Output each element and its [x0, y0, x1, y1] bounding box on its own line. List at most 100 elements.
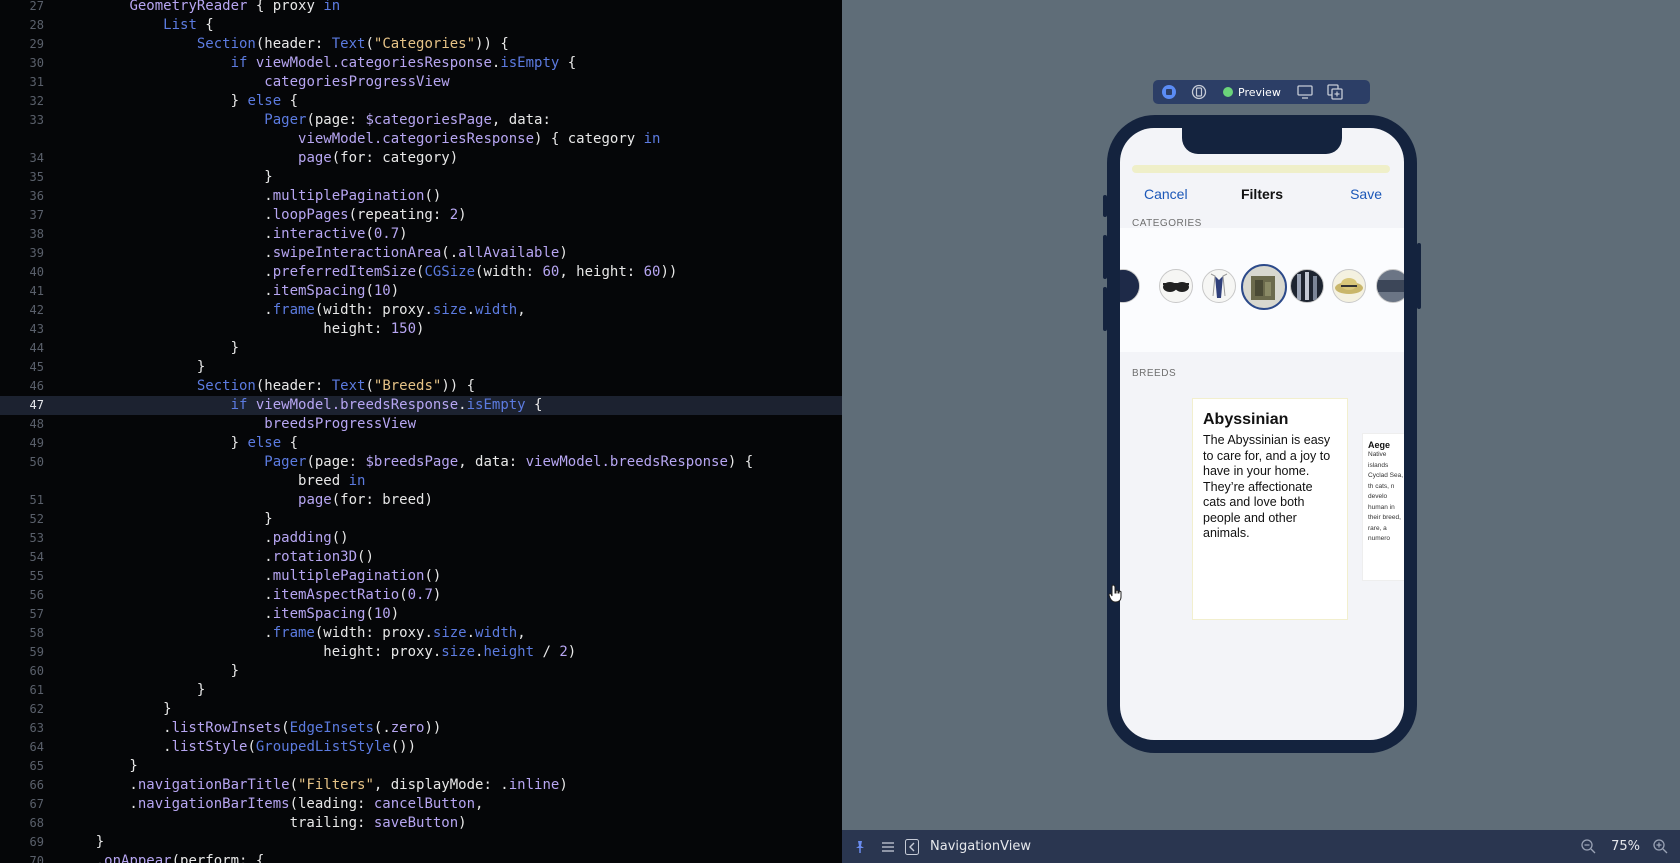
line-number[interactable]: 49	[0, 434, 44, 453]
category-item[interactable]	[1120, 269, 1140, 303]
code-line[interactable]: 49 } else {	[0, 434, 842, 453]
code-line[interactable]: 55 .multiplePagination()	[0, 567, 842, 586]
code-line[interactable]: 67 .navigationBarItems(leading: cancelBu…	[0, 795, 842, 814]
line-number[interactable]: 51	[0, 491, 44, 510]
code-line[interactable]: 35 }	[0, 168, 842, 187]
code-line[interactable]: 64 .listStyle(GroupedListStyle())	[0, 738, 842, 757]
code-line[interactable]: 59 height: proxy.size.height / 2)	[0, 643, 842, 662]
line-number[interactable]: 36	[0, 187, 44, 206]
category-item-selected[interactable]	[1241, 264, 1287, 310]
device-settings-icon[interactable]	[1295, 83, 1315, 101]
line-number[interactable]: 64	[0, 738, 44, 757]
line-number[interactable]: 34	[0, 149, 44, 168]
code-line[interactable]: 54 .rotation3D()	[0, 548, 842, 567]
line-number[interactable]: 61	[0, 681, 44, 700]
code-line[interactable]: 56 .itemAspectRatio(0.7)	[0, 586, 842, 605]
line-number[interactable]: 58	[0, 624, 44, 643]
line-number[interactable]: 32	[0, 92, 44, 111]
line-number[interactable]: 37	[0, 206, 44, 225]
code-line[interactable]: 48 breedsProgressView	[0, 415, 842, 434]
line-number[interactable]: 45	[0, 358, 44, 377]
code-line[interactable]: 65 }	[0, 757, 842, 776]
code-line[interactable]: 69 }	[0, 833, 842, 852]
breed-card[interactable]: Abyssinian The Abyssinian is easy to car…	[1192, 398, 1348, 620]
line-number[interactable]: 33	[0, 111, 44, 130]
line-number[interactable]: 47	[0, 396, 44, 415]
line-number[interactable]: 48	[0, 415, 44, 434]
line-number[interactable]: 52	[0, 510, 44, 529]
line-number[interactable]: 29	[0, 35, 44, 54]
line-number[interactable]: 55	[0, 567, 44, 586]
code-editor[interactable]: 27 GeometryReader { proxy in 28 List {29 …	[0, 0, 842, 863]
save-button[interactable]: Save	[1350, 186, 1382, 202]
live-preview-icon[interactable]	[1159, 83, 1179, 101]
line-number[interactable]: 69	[0, 833, 44, 852]
code-line[interactable]: 30 if viewModel.categoriesResponse.isEmp…	[0, 54, 842, 73]
code-line[interactable]: 68 trailing: saveButton)	[0, 814, 842, 833]
line-number[interactable]: 41	[0, 282, 44, 301]
code-line[interactable]: 31 categoriesProgressView	[0, 73, 842, 92]
line-number[interactable]: 38	[0, 225, 44, 244]
code-line[interactable]: 33 Pager(page: $categoriesPage, data:	[0, 111, 842, 130]
code-line[interactable]: 39 .swipeInteractionArea(.allAvailable)	[0, 244, 842, 263]
zoom-out-icon[interactable]	[1580, 838, 1596, 858]
code-line[interactable]: 43 height: 150)	[0, 320, 842, 339]
code-line[interactable]: 34 page(for: category)	[0, 149, 842, 168]
line-number[interactable]: 30	[0, 54, 44, 73]
code-line[interactable]: 47 if viewModel.breedsResponse.isEmpty {	[0, 396, 842, 415]
code-line[interactable]: 29 Section(header: Text("Categories")) {	[0, 35, 842, 54]
category-item[interactable]	[1290, 269, 1324, 303]
zoom-in-icon[interactable]	[1652, 838, 1668, 858]
code-line[interactable]: viewModel.categoriesResponse) { category…	[0, 130, 842, 149]
code-line[interactable]: breed in	[0, 472, 842, 491]
code-line[interactable]: 52 }	[0, 510, 842, 529]
line-number[interactable]: 67	[0, 795, 44, 814]
line-number[interactable]: 46	[0, 377, 44, 396]
duplicate-preview-icon[interactable]	[1325, 83, 1345, 101]
line-number[interactable]: 63	[0, 719, 44, 738]
code-line[interactable]: 61 }	[0, 681, 842, 700]
device-screen[interactable]: Cancel Filters Save CATEGORIES BREEDS Ab…	[1120, 128, 1404, 740]
line-number[interactable]: 54	[0, 548, 44, 567]
code-line[interactable]: 46 Section(header: Text("Breeds")) {	[0, 377, 842, 396]
code-line[interactable]: 27 GeometryReader { proxy in	[0, 0, 842, 16]
line-number[interactable]: 56	[0, 586, 44, 605]
line-number[interactable]: 40	[0, 263, 44, 282]
code-line[interactable]: 40 .preferredItemSize(CGSize(width: 60, …	[0, 263, 842, 282]
line-number[interactable]: 44	[0, 339, 44, 358]
code-line[interactable]: 57 .itemSpacing(10)	[0, 605, 842, 624]
breed-card-next[interactable]: Aege Native islands Cyclad Sea, th cats,…	[1362, 433, 1404, 581]
line-number[interactable]: 66	[0, 776, 44, 795]
code-line[interactable]: 37 .loopPages(repeating: 2)	[0, 206, 842, 225]
line-number[interactable]: 42	[0, 301, 44, 320]
line-number[interactable]: 39	[0, 244, 44, 263]
navigation-view-icon[interactable]	[902, 837, 922, 857]
line-number[interactable]: 31	[0, 73, 44, 92]
line-number[interactable]: 35	[0, 168, 44, 187]
line-number[interactable]: 59	[0, 643, 44, 662]
code-line[interactable]: 36 .multiplePagination()	[0, 187, 842, 206]
line-number[interactable]: 57	[0, 605, 44, 624]
line-number[interactable]: 62	[0, 700, 44, 719]
code-line[interactable]: 44 }	[0, 339, 842, 358]
line-number[interactable]: 27	[0, 0, 44, 16]
code-line[interactable]: 63 .listRowInsets(EdgeInsets(.zero))	[0, 719, 842, 738]
code-line[interactable]: 32 } else {	[0, 92, 842, 111]
code-line[interactable]: 58 .frame(width: proxy.size.width,	[0, 624, 842, 643]
line-number[interactable]: 60	[0, 662, 44, 681]
code-line[interactable]: 50 Pager(page: $breedsPage, data: viewMo…	[0, 453, 842, 472]
code-line[interactable]: 41 .itemSpacing(10)	[0, 282, 842, 301]
code-line[interactable]: 38 .interactive(0.7)	[0, 225, 842, 244]
preview-canvas[interactable]: Preview Cancel Filters Save CATEGORIES B…	[842, 0, 1680, 863]
category-item[interactable]	[1159, 269, 1193, 303]
preview-toggle[interactable]: Preview	[1219, 86, 1285, 99]
line-number[interactable]: 70	[0, 852, 44, 863]
line-number[interactable]: 68	[0, 814, 44, 833]
code-line[interactable]: 62 }	[0, 700, 842, 719]
list-icon[interactable]	[878, 837, 898, 857]
code-line[interactable]: 28 List {	[0, 16, 842, 35]
categories-pager[interactable]	[1120, 228, 1404, 352]
line-number[interactable]: 65	[0, 757, 44, 776]
code-line[interactable]: 66 .navigationBarTitle("Filters", displa…	[0, 776, 842, 795]
breadcrumb[interactable]: NavigationView	[930, 839, 1031, 854]
